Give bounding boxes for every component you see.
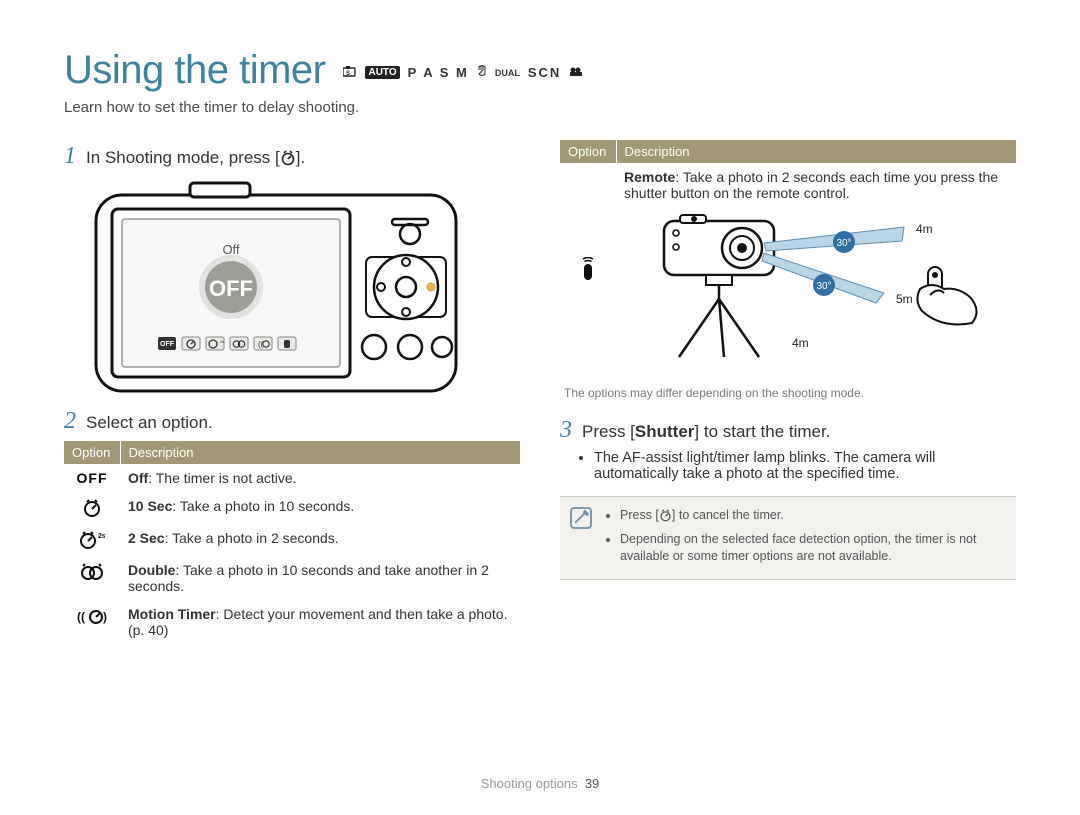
col-header-option: Option [560, 140, 616, 163]
step-3-bullet: The AF-assist light/timer lamp blinks. T… [594, 450, 1016, 482]
angle-label: 30° [816, 281, 831, 292]
timer-2s-icon: 2s [64, 524, 120, 556]
screen-off-label: Off [222, 242, 239, 257]
movie-icon [569, 65, 583, 80]
distance-5m-label: 5m [896, 292, 913, 306]
option-row-10sec: 10 Sec: Take a photo in 10 seconds. [64, 492, 520, 524]
remote-range-illustration: 30° 30° 4m 5m 4m [624, 207, 1004, 367]
timer-button-icon [280, 150, 296, 171]
option-row-double: Double: Take a photo in 10 seconds and t… [64, 556, 520, 600]
svg-text:((: (( [77, 610, 85, 624]
title-row: Using the timer S AUTO P A S M DUAL SCN [64, 48, 1016, 93]
step-3-bullets: The AF-assist light/timer lamp blinks. T… [594, 450, 1016, 482]
note-icon [570, 507, 592, 569]
page-footer: Shooting options 39 [0, 776, 1080, 791]
left-column: 1 In Shooting mode, press []. Off OFF [64, 134, 520, 644]
col-header-description: Description [120, 441, 520, 464]
option-row-remote: Remote: Take a photo in 2 seconds each t… [560, 163, 1016, 376]
footer-section: Shooting options [481, 776, 578, 791]
svg-text:S: S [346, 71, 352, 77]
step-number: 1 [64, 144, 76, 168]
mode-dual: DUAL [495, 68, 520, 78]
step-number: 2 [64, 409, 76, 433]
right-column: Option Description Remote: Take a photo … [560, 134, 1016, 644]
mode-indicator-strip: S AUTO P A S M DUAL SCN [343, 65, 583, 80]
timer-double-icon [64, 556, 120, 600]
content-columns: 1 In Shooting mode, press []. Off OFF [64, 134, 1016, 644]
step-1: 1 In Shooting mode, press []. [64, 144, 520, 171]
svg-text:2s: 2s [98, 533, 105, 540]
mode-auto-badge: AUTO [365, 66, 399, 79]
mode-scn: SCN [528, 65, 561, 80]
step-3-text: Press [Shutter] to start the timer. [582, 422, 830, 442]
timer-10s-icon [64, 492, 120, 524]
remote-icon [560, 163, 616, 376]
option-row-off: OFF Off: The timer is not active. [64, 464, 520, 492]
note-face-detection: Depending on the selected face detection… [620, 531, 1004, 565]
svg-text:2s: 2s [220, 339, 224, 344]
timer-button-icon [659, 509, 672, 527]
distance-4m-label: 4m [916, 222, 933, 236]
svg-text:): ) [103, 610, 107, 624]
step-2-text: Select an option. [86, 413, 213, 433]
page-subtitle: Learn how to set the timer to delay shoo… [64, 99, 1016, 116]
manual-page: Using the timer S AUTO P A S M DUAL SCN … [0, 0, 1080, 815]
timer-options-table-right: Option Description Remote: Take a photo … [560, 140, 1016, 376]
screen-off-badge: OFF [209, 276, 253, 301]
mode-letters: P A S M [408, 65, 469, 80]
col-header-description: Description [616, 140, 1016, 163]
option-row-2sec: 2s 2 Sec: Take a photo in 2 seconds. [64, 524, 520, 556]
off-icon: OFF [64, 464, 120, 492]
option-row-motion: (() Motion Timer: Detect your movement a… [64, 600, 520, 644]
step-1-text: In Shooting mode, press []. [86, 148, 305, 171]
note-cancel-timer: Press [] to cancel the timer. [620, 507, 1004, 527]
step-3: 3 Press [Shutter] to start the timer. [560, 418, 1016, 442]
footer-page-number: 39 [585, 776, 599, 791]
col-header-option: Option [64, 441, 120, 464]
options-footnote: The options may differ depending on the … [564, 386, 1016, 400]
angle-label: 30° [836, 238, 851, 249]
timer-options-table-left: Option Description OFF Off: The timer is… [64, 441, 520, 644]
note-box: Press [] to cancel the timer. Depending … [560, 496, 1016, 580]
step-2: 2 Select an option. [64, 409, 520, 433]
distance-4m-label: 4m [792, 336, 809, 350]
palm-icon [477, 65, 487, 80]
step-number: 3 [560, 418, 572, 442]
smart-icon: S [343, 65, 357, 80]
motion-timer-icon: (() [64, 600, 120, 644]
svg-text:OFF: OFF [160, 341, 175, 348]
page-title: Using the timer [64, 48, 325, 93]
camera-back-illustration: Off OFF OFF 2s (( [90, 179, 470, 399]
